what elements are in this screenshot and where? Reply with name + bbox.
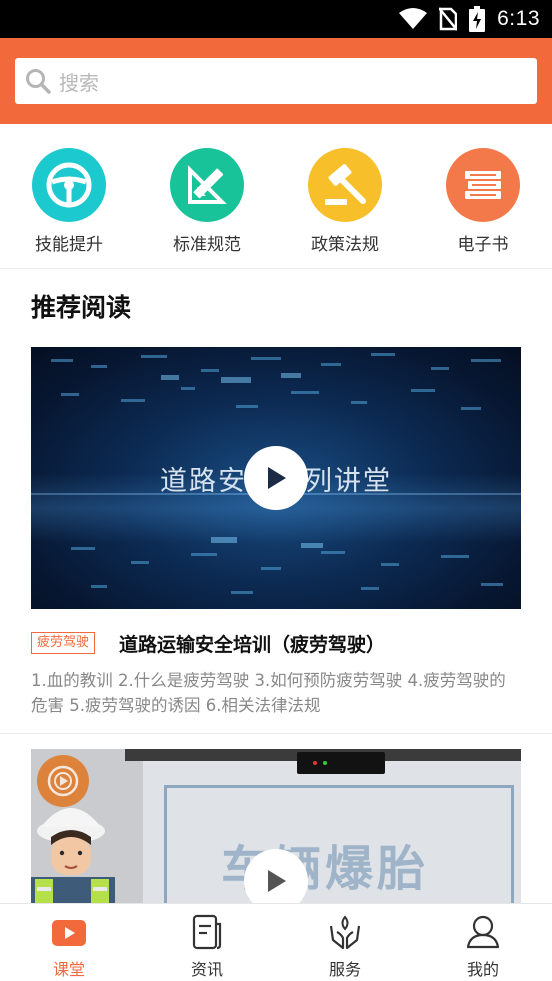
video-device <box>297 752 385 774</box>
play-button[interactable] <box>244 446 308 510</box>
video-device-light <box>313 761 317 765</box>
category-label: 标准规范 <box>173 235 241 255</box>
article-tag: 疲劳驾驶 <box>31 632 96 654</box>
video-device-light <box>323 761 327 765</box>
hands-service-icon <box>329 915 361 950</box>
category-grid: 技能提升 标准规范 政策法规 电子书 <box>0 124 552 269</box>
battery-charging-icon <box>469 6 486 32</box>
play-icon <box>268 467 286 489</box>
search-icon <box>26 69 51 94</box>
category-policy[interactable]: 政策法规 <box>290 148 400 255</box>
nav-label: 课堂 <box>52 960 85 979</box>
article-description: 1.血的教训 2.什么是疲劳驾驶 3.如何预防疲劳驾驶 4.疲劳驾驶的危害 5.… <box>31 671 506 715</box>
user-icon <box>466 915 500 949</box>
category-ebook[interactable]: 电子书 <box>428 148 538 255</box>
bottom-nav: 课堂 资讯 服务 我的 <box>0 903 552 981</box>
books-icon <box>446 148 520 222</box>
category-skill[interactable]: 技能提升 <box>14 148 124 255</box>
video-thumbnail[interactable]: 道路安全系列讲堂 <box>31 347 521 609</box>
video-thumbnail[interactable]: 车辆爆胎 <box>31 749 521 903</box>
document-icon <box>192 914 222 950</box>
category-standard[interactable]: 标准规范 <box>152 148 262 255</box>
status-time: 6:13 <box>497 7 540 30</box>
no-sim-icon <box>439 7 458 31</box>
article-meta[interactable]: 疲劳驾驶 道路运输安全培训（疲劳驾驶） <box>31 630 521 658</box>
nav-tab-classroom[interactable]: 课堂 <box>0 914 138 980</box>
divider <box>0 733 552 734</box>
search-placeholder: 搜索 <box>59 70 99 95</box>
article-title[interactable]: 道路运输安全培训（疲劳驾驶） <box>119 630 385 657</box>
steering-wheel-icon <box>32 148 106 222</box>
ruler-triangle-icon <box>170 148 244 222</box>
category-label: 技能提升 <box>35 235 103 255</box>
nav-label: 服务 <box>328 960 361 979</box>
play-tv-icon <box>52 920 86 946</box>
section-title: 推荐阅读 <box>31 293 132 322</box>
category-label: 政策法规 <box>311 235 379 255</box>
nav-tab-profile[interactable]: 我的 <box>414 914 552 980</box>
nav-label: 我的 <box>466 960 499 979</box>
wifi-icon <box>399 8 428 29</box>
status-bar: 6:13 <box>0 0 552 38</box>
play-icon <box>268 870 286 892</box>
gavel-icon <box>308 148 382 222</box>
header: 搜索 <box>0 38 552 124</box>
search-input[interactable]: 搜索 <box>15 58 537 104</box>
nav-tab-news[interactable]: 资讯 <box>138 914 276 980</box>
category-label: 电子书 <box>457 235 509 255</box>
nav-label: 资讯 <box>190 960 223 979</box>
nav-tab-service[interactable]: 服务 <box>276 914 414 980</box>
channel-logo-icon <box>37 755 89 807</box>
